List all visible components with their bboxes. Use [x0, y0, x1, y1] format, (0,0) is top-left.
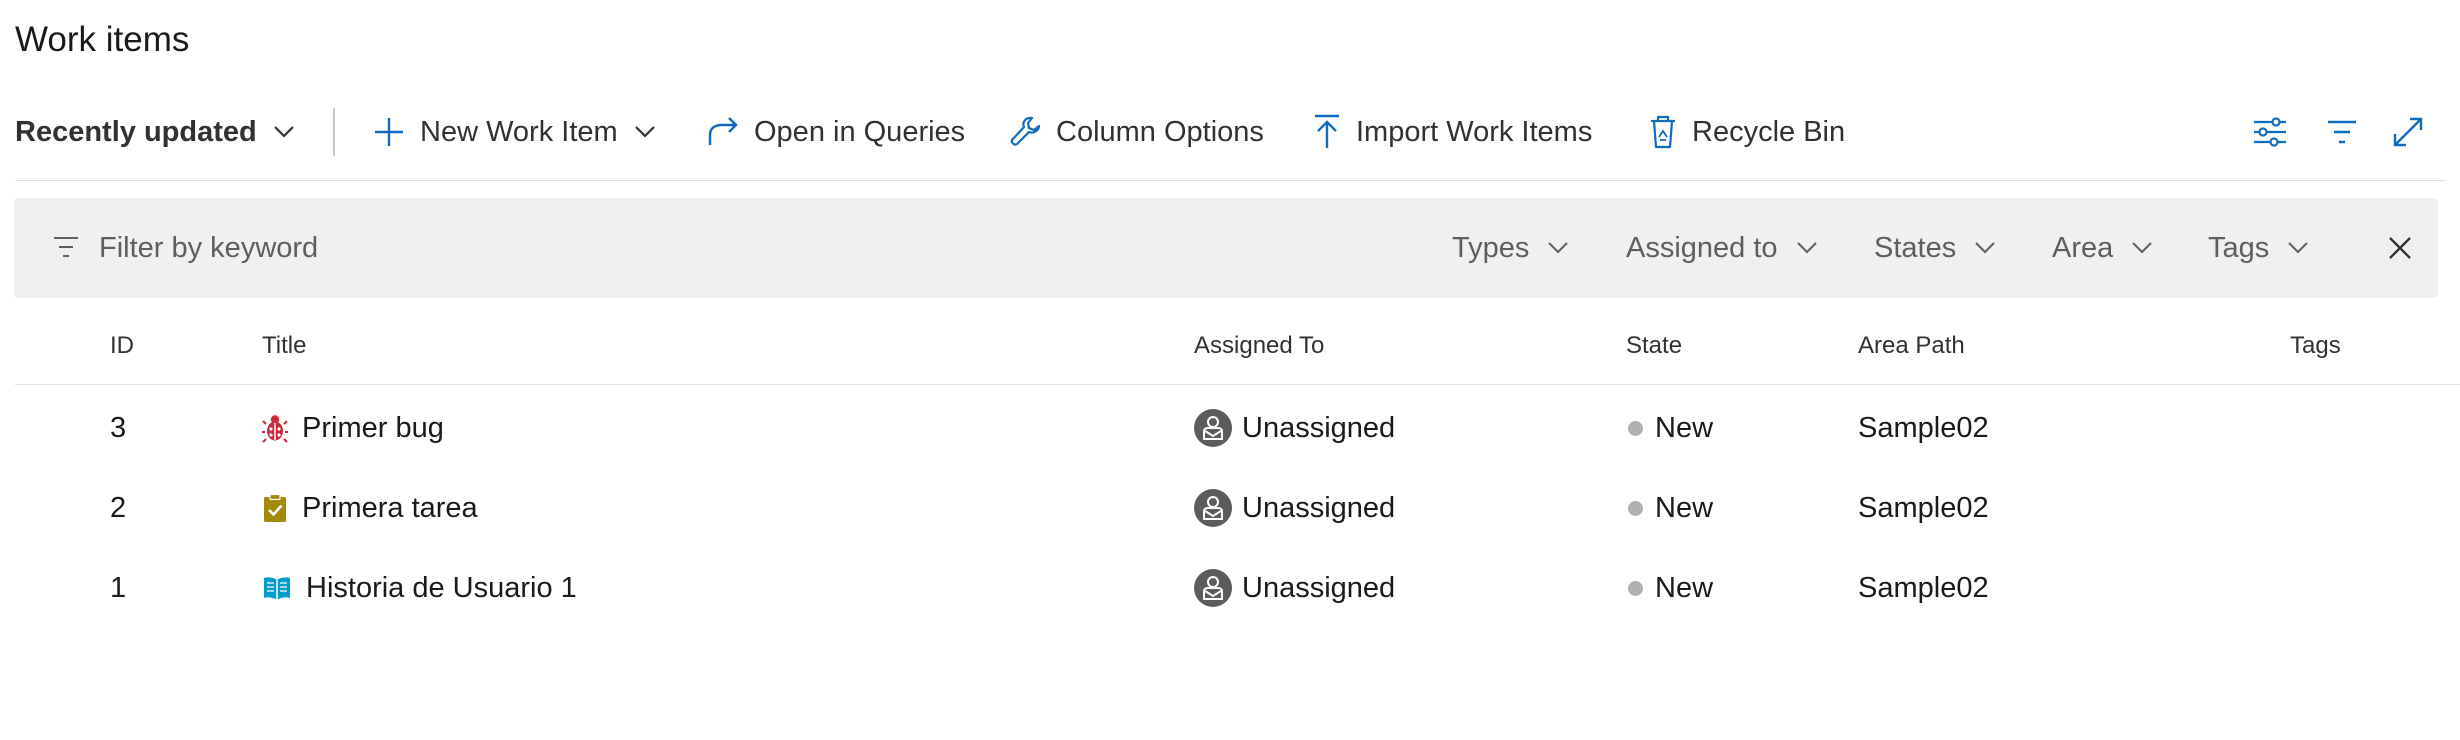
close-icon [2389, 237, 2411, 259]
wrench-icon [1010, 116, 1041, 146]
state-new-indicator [1628, 580, 1643, 596]
filter-bar: Types Assigned to States Area Tags [14, 198, 2438, 298]
area-path-cell: Sample02 [1858, 571, 1989, 604]
view-options-icon[interactable] [2250, 112, 2290, 152]
view-selector-dropdown[interactable]: Recently updated [15, 100, 295, 164]
column-header-title[interactable]: Title [262, 332, 306, 360]
tags-filter-label: Tags [2208, 231, 2270, 264]
table-row[interactable]: 2 Primera tarea Unassigned New Sample02 [0, 468, 2460, 548]
types-filter-dropdown[interactable]: Types [1452, 224, 1569, 272]
column-header-assigned-to[interactable]: Assigned To [1194, 332, 1324, 360]
recycle-bin-label: Recycle Bin [1692, 115, 1846, 148]
view-selector-label: Recently updated [15, 115, 257, 148]
state-cell: New [1628, 548, 1713, 628]
assigned-to-cell: Unassigned [1194, 468, 1395, 548]
bug-icon [262, 413, 288, 443]
open-in-queries-label: Open in Queries [754, 115, 966, 148]
chevron-down-icon [1796, 242, 1817, 254]
upload-icon [1315, 114, 1339, 148]
task-icon [262, 493, 288, 523]
state-new-indicator [1628, 420, 1643, 436]
filter-funnel-icon [54, 237, 78, 257]
states-filter-label: States [1874, 231, 1957, 264]
column-header-tags[interactable]: Tags [2290, 332, 2341, 360]
assigned-to-filter-label: Assigned to [1626, 231, 1778, 264]
table-row[interactable]: 1 Historia de Usuario 1 Unassigned New S… [0, 548, 2460, 628]
work-item-title[interactable]: Historia de Usuario 1 [306, 572, 577, 605]
toolbar-separator [333, 108, 335, 156]
new-work-item-button[interactable]: New Work Item [372, 100, 656, 164]
recycle-bin-button[interactable]: Recycle Bin [1648, 100, 1845, 164]
chevron-down-icon [273, 126, 294, 138]
import-work-items-button[interactable]: Import Work Items [1312, 100, 1592, 164]
work-item-title-cell[interactable]: Primer bug [262, 388, 444, 468]
states-filter-dropdown[interactable]: States [1874, 224, 1996, 272]
chevron-down-icon [1548, 242, 1569, 254]
open-in-queries-button[interactable]: Open in Queries [706, 100, 965, 164]
unassigned-avatar-icon [1194, 489, 1232, 527]
assigned-to-cell: Unassigned [1194, 388, 1395, 468]
tags-filter-dropdown[interactable]: Tags [2208, 224, 2309, 272]
new-work-item-label: New Work Item [420, 115, 618, 148]
work-item-title[interactable]: Primera tarea [302, 492, 478, 525]
assigned-to-name: Unassigned [1242, 411, 1396, 444]
toolbar-divider [15, 180, 2445, 181]
filter-icon[interactable] [2322, 112, 2362, 152]
state-label: New [1655, 571, 1714, 604]
recycle-bin-icon [1651, 115, 1675, 149]
work-item-title[interactable]: Primer bug [302, 412, 444, 445]
area-filter-dropdown[interactable]: Area [2052, 224, 2153, 272]
column-header-area-path[interactable]: Area Path [1858, 332, 1965, 360]
assigned-to-filter-dropdown[interactable]: Assigned to [1626, 224, 1818, 272]
redo-arrow-icon [708, 117, 738, 145]
import-work-items-label: Import Work Items [1356, 115, 1593, 148]
work-item-id: 1 [110, 571, 127, 604]
state-label: New [1655, 491, 1714, 524]
grid-header-divider [15, 384, 2460, 385]
chevron-down-icon[interactable] [634, 125, 656, 139]
unassigned-avatar-icon [1194, 409, 1232, 447]
area-path-cell: Sample02 [1858, 411, 1989, 444]
unassigned-avatar-icon [1194, 569, 1232, 607]
fullscreen-icon[interactable] [2388, 112, 2428, 152]
table-row[interactable]: 3 Primer bug Unassigned New Sample02 [0, 388, 2460, 468]
state-cell: New [1628, 388, 1713, 468]
chevron-down-icon [2132, 242, 2152, 254]
area-path-cell: Sample02 [1858, 491, 1989, 524]
plus-icon [375, 118, 403, 146]
column-header-state[interactable]: State [1626, 332, 1682, 360]
work-item-id: 3 [110, 411, 127, 444]
chevron-down-icon [2288, 242, 2308, 254]
column-options-label: Column Options [1056, 115, 1264, 148]
toolbar: Recently updated New Work Item Open in Q… [0, 100, 2460, 180]
state-label: New [1655, 411, 1714, 444]
state-cell: New [1628, 468, 1713, 548]
work-item-title-cell[interactable]: Primera tarea [262, 468, 478, 548]
assigned-to-cell: Unassigned [1194, 548, 1395, 628]
column-header-id[interactable]: ID [110, 332, 134, 360]
assigned-to-name: Unassigned [1242, 491, 1396, 524]
grid-header: ID Title Assigned To State Area Path Tag… [0, 318, 2460, 384]
page-title: Work items [15, 20, 190, 59]
user-story-icon [262, 575, 292, 601]
work-item-title-cell[interactable]: Historia de Usuario 1 [262, 548, 577, 628]
work-item-id: 2 [110, 491, 127, 524]
chevron-down-icon [1975, 242, 1995, 254]
column-options-button[interactable]: Column Options [1008, 100, 1264, 164]
area-filter-label: Area [2052, 231, 2114, 264]
clear-filter-button[interactable] [2380, 228, 2420, 268]
state-new-indicator [1628, 500, 1643, 516]
assigned-to-name: Unassigned [1242, 571, 1396, 604]
types-filter-label: Types [1452, 231, 1530, 264]
filter-keyword-input[interactable] [99, 224, 799, 272]
